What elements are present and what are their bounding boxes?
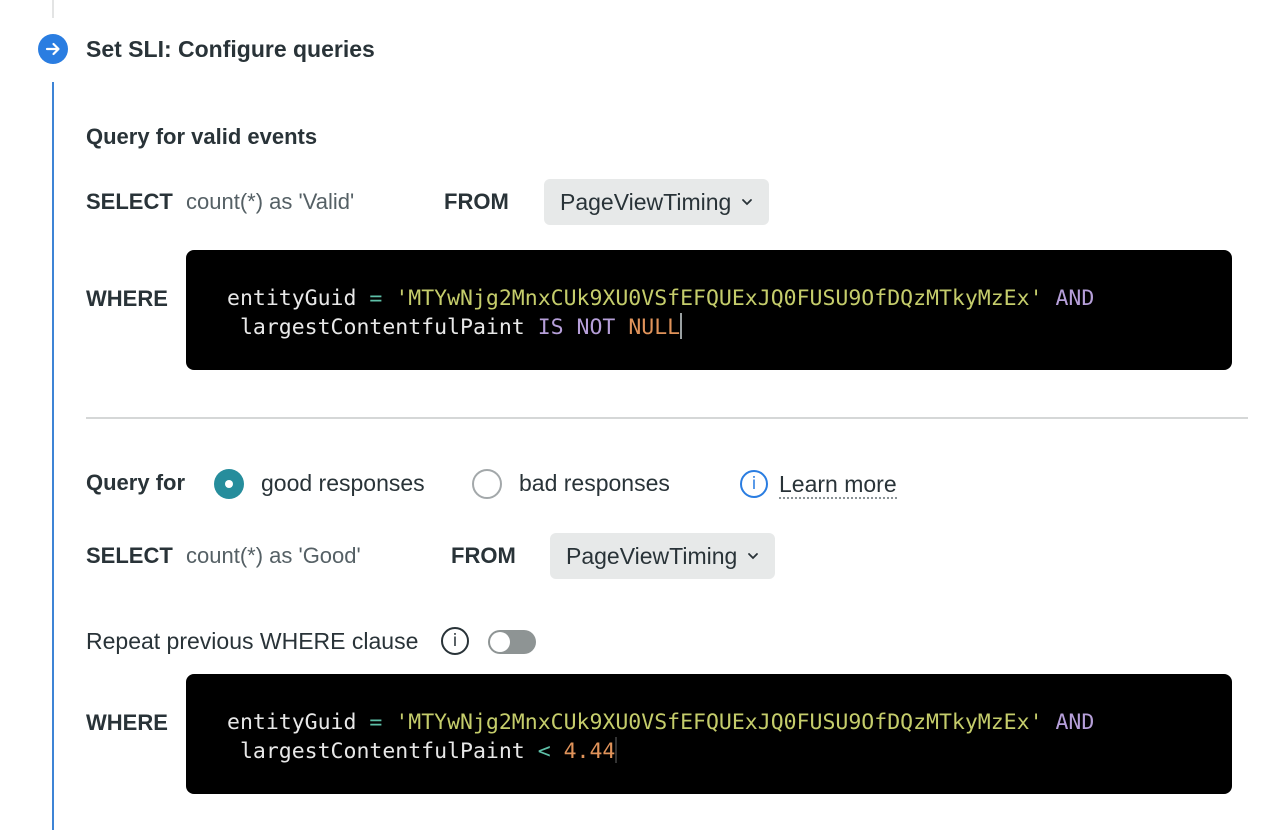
code-field: entityGuid: [227, 710, 357, 735]
repeat-where-toggle[interactable]: [488, 630, 536, 654]
timeline-connector-active: [52, 82, 54, 830]
good-from-dropdown[interactable]: PageViewTiming: [550, 533, 776, 579]
code-string: 'MTYwNjg2MnxCUk9XU0VSfEFQUExJQ0FUSU9OfDQ…: [395, 710, 1043, 735]
query-for-label: Query for: [86, 470, 186, 495]
code-keyword: AND: [1055, 286, 1095, 311]
info-icon[interactable]: i: [441, 627, 469, 655]
radio-good-responses[interactable]: [214, 469, 244, 499]
code-operator: <: [537, 739, 551, 764]
step-title: Set SLI: Configure queries: [86, 36, 375, 62]
code-operator: =: [369, 710, 383, 735]
chevron-down-icon: [742, 199, 753, 206]
radio-bad-label[interactable]: bad responses: [519, 470, 670, 497]
valid-where-editor[interactable]: entityGuid = 'MTYwNjg2MnxCUk9XU0VSfEFQUE…: [186, 250, 1232, 370]
valid-from-keyword: FROM: [444, 189, 509, 214]
arrow-right-icon: [38, 34, 68, 64]
radio-bad-responses[interactable]: [472, 469, 502, 499]
valid-from-dropdown[interactable]: PageViewTiming: [544, 179, 770, 225]
code-operator: =: [369, 286, 383, 311]
code-field: largestContentfulPaint: [239, 315, 525, 340]
code-string: 'MTYwNjg2MnxCUk9XU0VSfEFQUExJQ0FUSU9OfDQ…: [395, 286, 1043, 311]
good-from-value: PageViewTiming: [566, 542, 738, 569]
code-literal: 4.44: [563, 739, 616, 764]
valid-select-value: count(*) as 'Valid': [186, 189, 355, 214]
good-where-keyword: WHERE: [86, 710, 168, 735]
radio-good-label[interactable]: good responses: [261, 470, 425, 497]
good-from-keyword: FROM: [451, 543, 516, 568]
section-divider: [86, 417, 1248, 419]
valid-query-title: Query for valid events: [86, 124, 318, 149]
text-cursor: [680, 313, 683, 339]
repeat-where-label: Repeat previous WHERE clause: [86, 628, 419, 654]
learn-more-link[interactable]: Learn more: [779, 471, 897, 499]
good-select-keyword: SELECT: [86, 543, 173, 568]
code-field: entityGuid: [227, 286, 357, 311]
toggle-knob: [490, 632, 510, 652]
valid-where-keyword: WHERE: [86, 286, 168, 311]
chevron-down-icon: [748, 553, 759, 560]
code-keyword: AND: [1055, 710, 1095, 735]
good-select-value: count(*) as 'Good': [186, 543, 361, 568]
code-field: largestContentfulPaint: [239, 739, 525, 764]
info-icon[interactable]: i: [740, 470, 768, 498]
timeline-connector-top: [52, 0, 54, 18]
code-literal: NULL: [628, 315, 681, 340]
valid-from-value: PageViewTiming: [560, 188, 732, 215]
good-where-editor[interactable]: entityGuid = 'MTYwNjg2MnxCUk9XU0VSfEFQUE…: [186, 674, 1232, 794]
code-keyword: IS NOT: [537, 315, 616, 340]
text-cursor: [615, 737, 618, 763]
valid-select-keyword: SELECT: [86, 189, 173, 214]
